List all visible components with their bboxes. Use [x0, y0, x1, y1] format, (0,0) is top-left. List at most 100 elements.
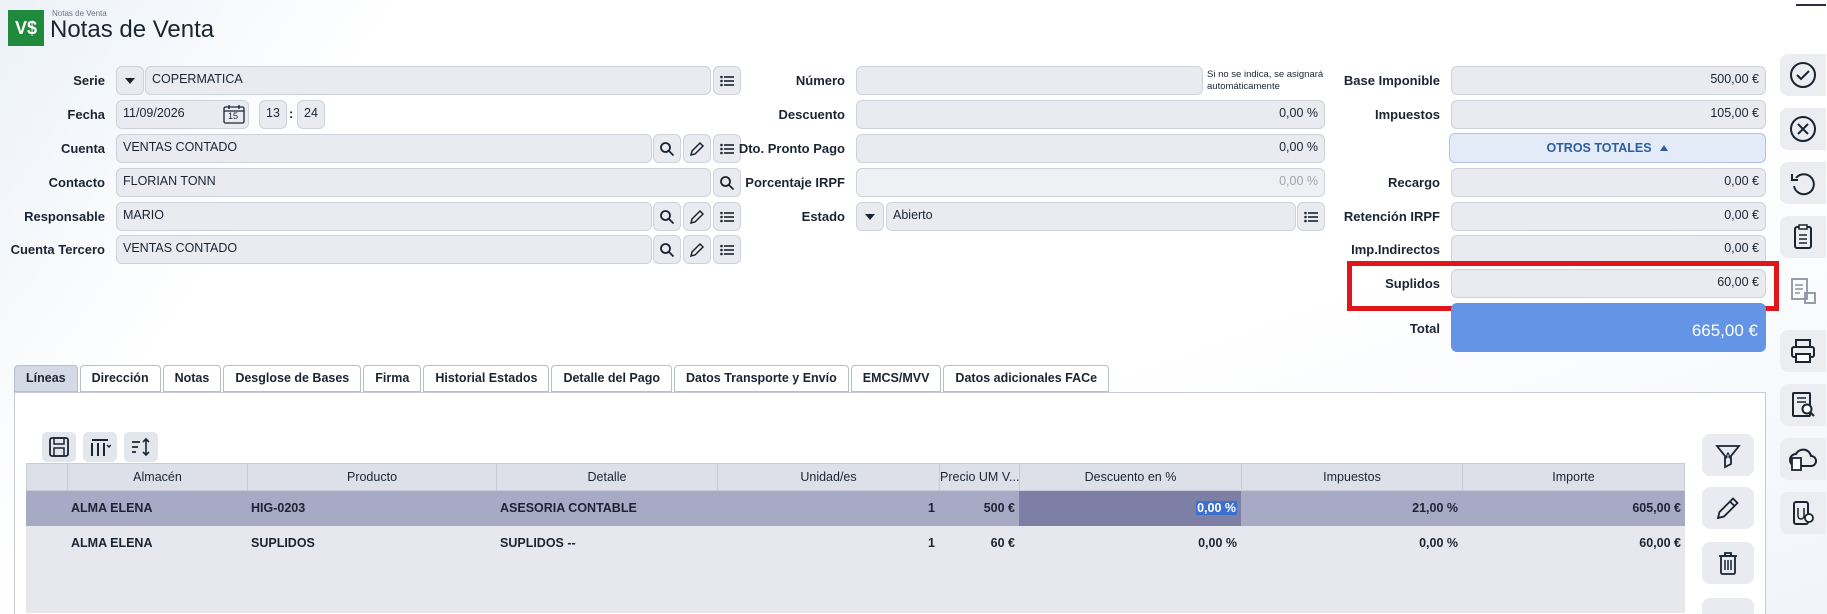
- cell-unidades[interactable]: 1: [717, 491, 939, 526]
- cuenta-tercero-edit-button[interactable]: [683, 235, 711, 264]
- responsable-list-button[interactable]: [713, 202, 741, 231]
- estado-list-button[interactable]: [1297, 202, 1325, 231]
- cuenta-edit-button[interactable]: [683, 134, 711, 163]
- search-icon: [660, 141, 675, 156]
- retencion-irpf-field: 0,00 €: [1451, 202, 1766, 231]
- tab-datos-transporte[interactable]: Datos Transporte y Envío: [674, 365, 849, 392]
- cell-unidades[interactable]: 1: [717, 526, 939, 561]
- cuenta-tercero-search-button[interactable]: [653, 235, 681, 264]
- table-row[interactable]: ALMA ELENA SUPLIDOS SUPLIDOS -- 1 60 € 0…: [26, 526, 1685, 561]
- recargo-label: Recargo: [1387, 175, 1440, 190]
- grid-edit-button[interactable]: [1702, 487, 1754, 529]
- grid-more-button[interactable]: [1702, 598, 1754, 614]
- document-delete-icon: [1791, 278, 1816, 304]
- cuenta-field[interactable]: VENTAS CONTADO: [116, 134, 652, 163]
- tab-lineas[interactable]: Líneas: [14, 365, 78, 392]
- otros-totales-button[interactable]: OTROS TOTALES: [1449, 133, 1766, 163]
- serie-list-button[interactable]: [713, 66, 741, 95]
- cell-descuento[interactable]: 0,00 %: [1019, 526, 1241, 561]
- responsable-field[interactable]: MARIO: [116, 202, 652, 231]
- tab-desglose-bases[interactable]: Desglose de Bases: [223, 365, 362, 392]
- responsable-edit-button[interactable]: [683, 202, 711, 231]
- dto-pronto-pago-field[interactable]: 0,00 %: [856, 134, 1325, 163]
- col-producto[interactable]: Producto: [247, 463, 496, 491]
- grid-save-button[interactable]: [42, 432, 76, 462]
- tab-historial-estados[interactable]: Historial Estados: [423, 365, 550, 392]
- pencil-icon: [689, 209, 705, 224]
- grid-header-select: [26, 463, 67, 491]
- numero-field[interactable]: [856, 66, 1203, 95]
- cell-producto[interactable]: HIG-0203: [247, 491, 496, 526]
- serie-field[interactable]: COPERMATICA: [145, 66, 711, 95]
- cuenta-label: Cuenta: [60, 141, 105, 156]
- col-almacen[interactable]: Almacén: [67, 463, 247, 491]
- estado-label: Estado: [801, 209, 845, 224]
- col-impuestos[interactable]: Impuestos: [1241, 463, 1462, 491]
- col-unidades[interactable]: Unidad/es: [717, 463, 939, 491]
- cell-importe[interactable]: 60,00 €: [1462, 526, 1685, 561]
- cloud-document-icon: [1789, 448, 1817, 471]
- confirm-button[interactable]: [1780, 54, 1826, 96]
- cuenta-tercero-field[interactable]: VENTAS CONTADO: [116, 235, 652, 264]
- preview-button[interactable]: [1780, 384, 1826, 426]
- cell-impuestos[interactable]: 0,00 %: [1241, 526, 1462, 561]
- table-row[interactable]: ALMA ELENA HIG-0203 ASESORIA CONTABLE 1 …: [26, 491, 1685, 526]
- cuenta-search-button[interactable]: [653, 134, 681, 163]
- grid-filter-button[interactable]: A: [1702, 434, 1754, 476]
- tab-emcs-mvv[interactable]: EMCS/MVV: [850, 365, 942, 392]
- search-document-icon: [1792, 392, 1815, 417]
- calendar-icon[interactable]: 15: [223, 104, 245, 124]
- serie-dropdown-button[interactable]: [116, 66, 144, 95]
- print-button[interactable]: [1780, 330, 1826, 372]
- search-icon: [660, 209, 675, 224]
- total-value: 665,00 €: [1451, 303, 1766, 352]
- grid-columns-button[interactable]: [83, 432, 117, 462]
- col-detalle[interactable]: Detalle: [496, 463, 717, 491]
- trash-icon: [1719, 552, 1737, 575]
- tab-datos-face[interactable]: Datos adicionales FACe: [943, 365, 1110, 392]
- row-select-cell[interactable]: [26, 526, 67, 561]
- cancel-button[interactable]: [1780, 108, 1826, 150]
- attachments-button[interactable]: [1780, 492, 1826, 534]
- estado-dropdown-button[interactable]: [856, 202, 884, 231]
- menu-icon[interactable]: [1796, 0, 1826, 6]
- cell-producto[interactable]: SUPLIDOS: [247, 526, 496, 561]
- save-icon: [49, 437, 69, 457]
- undo-button[interactable]: [1780, 162, 1826, 204]
- tab-detalle-pago[interactable]: Detalle del Pago: [551, 365, 672, 392]
- tab-firma[interactable]: Firma: [363, 365, 422, 392]
- undo-icon: [1791, 173, 1815, 196]
- clipboard-icon: [1794, 224, 1812, 249]
- cell-importe[interactable]: 605,00 €: [1462, 491, 1685, 526]
- col-descuento[interactable]: Descuento en %: [1019, 463, 1241, 491]
- row-select-cell[interactable]: [26, 491, 67, 526]
- tab-direccion[interactable]: Dirección: [79, 365, 161, 392]
- cell-almacen[interactable]: ALMA ELENA: [67, 526, 247, 561]
- dto-pronto-pago-label: Dto. Pronto Pago: [738, 141, 845, 156]
- numero-label: Número: [795, 73, 845, 88]
- cell-almacen[interactable]: ALMA ELENA: [67, 491, 247, 526]
- cuenta-tercero-list-button[interactable]: [713, 235, 741, 264]
- estado-field[interactable]: Abierto: [886, 202, 1296, 231]
- cell-descuento-focused[interactable]: 0,00 %: [1019, 491, 1241, 526]
- responsable-search-button[interactable]: [653, 202, 681, 231]
- cloud-upload-button[interactable]: [1780, 438, 1826, 480]
- cell-detalle[interactable]: SUPLIDOS --: [496, 526, 717, 561]
- clipboard-button[interactable]: [1780, 216, 1826, 258]
- cell-detalle[interactable]: ASESORIA CONTABLE: [496, 491, 717, 526]
- search-icon: [660, 242, 675, 257]
- grid-delete-button[interactable]: [1702, 542, 1754, 584]
- tab-notas[interactable]: Notas: [162, 365, 222, 392]
- grid-sort-button[interactable]: [124, 432, 158, 462]
- cell-precio[interactable]: 500 €: [939, 491, 1019, 526]
- hour-field[interactable]: 13: [259, 100, 287, 129]
- cell-precio[interactable]: 60 €: [939, 526, 1019, 561]
- cell-impuestos[interactable]: 21,00 %: [1241, 491, 1462, 526]
- minute-field[interactable]: 24: [297, 100, 325, 129]
- contacto-field[interactable]: FLORIAN TONN: [116, 168, 711, 197]
- col-precio[interactable]: Precio UM V...: [939, 463, 1019, 491]
- svg-text:A: A: [1725, 451, 1732, 461]
- col-importe[interactable]: Importe: [1462, 463, 1685, 491]
- descuento-field[interactable]: 0,00 %: [856, 100, 1325, 129]
- caret-down-icon: [125, 77, 135, 84]
